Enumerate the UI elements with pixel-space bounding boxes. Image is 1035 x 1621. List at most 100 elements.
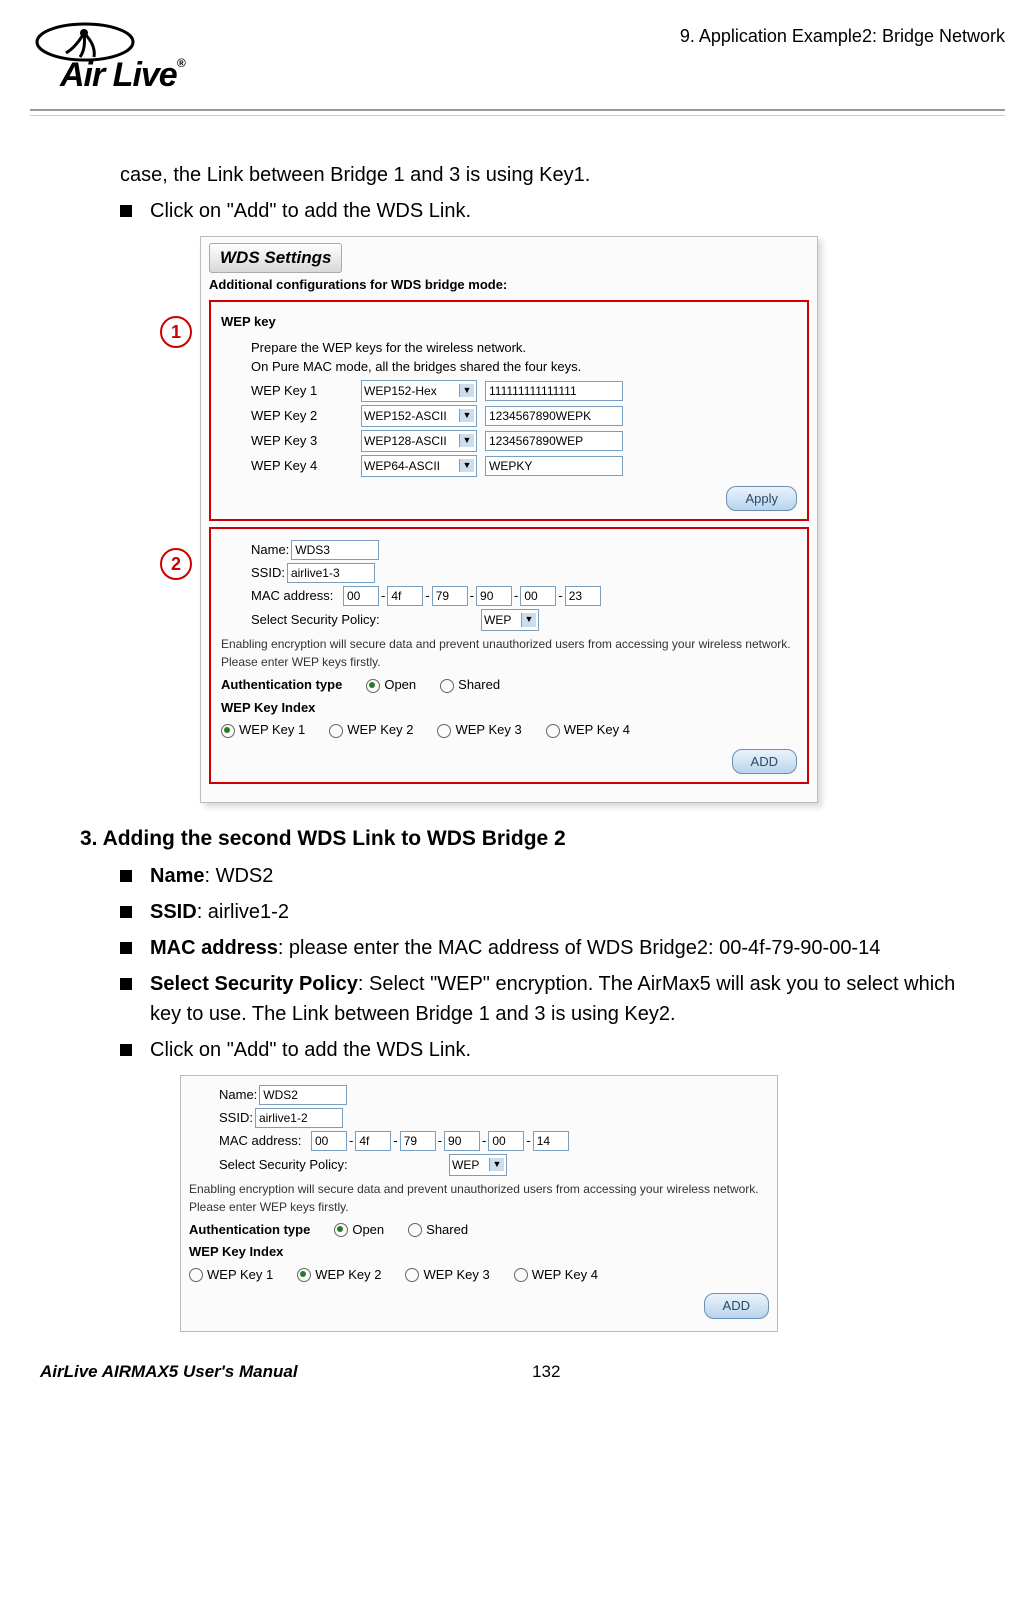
callout-2: 2 xyxy=(160,548,192,580)
keyidx-2-label: WEP Key 2 xyxy=(347,722,413,737)
wepkey2-label: WEP Key 2 xyxy=(251,406,361,426)
security-policy-select[interactable]: WEP▼ xyxy=(481,609,539,631)
footer-page-number: 132 xyxy=(532,1362,560,1382)
mac-input-2[interactable]: 4f xyxy=(387,586,423,606)
bullet-mac: MAC address: please enter the MAC addres… xyxy=(150,933,880,963)
keyidx-3-label: WEP Key 3 xyxy=(455,722,521,737)
name-input[interactable]: WDS3 xyxy=(291,540,379,560)
mac-input-4[interactable]: 90 xyxy=(444,1131,480,1151)
wepkey1-type-select[interactable]: WEP152-Hex▼ xyxy=(361,380,477,402)
wds-settings-panel: WDS Settings Additional configurations f… xyxy=(200,236,818,803)
mac-input-4[interactable]: 90 xyxy=(476,586,512,606)
keyidx-2-radio[interactable] xyxy=(297,1268,311,1282)
callout-1: 1 xyxy=(160,316,192,348)
ssid-input[interactable]: airlive1-2 xyxy=(255,1108,343,1128)
keyidx-1-radio[interactable] xyxy=(189,1268,203,1282)
mac-input-6[interactable]: 23 xyxy=(565,586,601,606)
header-divider xyxy=(30,109,1005,111)
ssid-label: SSID: xyxy=(219,1108,253,1128)
ssid-label: SSID: xyxy=(251,563,285,583)
auth-open-label: Open xyxy=(384,677,416,692)
keyidx-4-radio[interactable] xyxy=(546,724,560,738)
security-policy-label: Select Security Policy: xyxy=(251,610,481,630)
wepkey1-label: WEP Key 1 xyxy=(251,381,361,401)
bullet-click-add-2: Click on "Add" to add the WDS Link. xyxy=(150,1035,471,1065)
mac-input-1[interactable]: 00 xyxy=(311,1131,347,1151)
mac-input-5[interactable]: 00 xyxy=(488,1131,524,1151)
chapter-title: 9. Application Example2: Bridge Network xyxy=(680,26,1005,47)
logo-text: Air Live® xyxy=(60,56,185,95)
wds2-entry-panel: Name: WDS2 SSID: airlive1-2 MAC address:… xyxy=(180,1075,778,1332)
keyidx-3-label: WEP Key 3 xyxy=(423,1267,489,1282)
wep-key-index-label: WEP Key Index xyxy=(221,700,315,715)
keyidx-3-radio[interactable] xyxy=(437,724,451,738)
bullet-icon xyxy=(120,978,132,990)
security-policy-label: Select Security Policy: xyxy=(219,1155,449,1175)
chevron-down-icon: ▼ xyxy=(459,384,474,398)
panel-title: WDS Settings xyxy=(209,243,342,273)
keyidx-3-radio[interactable] xyxy=(405,1268,419,1282)
footer-manual-title: AirLive AIRMAX5 User's Manual xyxy=(40,1362,298,1382)
auth-type-label: Authentication type xyxy=(189,1220,310,1240)
encryption-note: Enabling encryption will secure data and… xyxy=(189,1180,769,1216)
apply-button[interactable]: Apply xyxy=(726,486,797,512)
wep-section-label: WEP key xyxy=(221,312,797,332)
bullet-icon xyxy=(120,1044,132,1056)
mac-input-5[interactable]: 00 xyxy=(520,586,556,606)
ssid-input[interactable]: airlive1-3 xyxy=(287,563,375,583)
bullet-name: Name: WDS2 xyxy=(150,861,273,891)
wepkey3-label: WEP Key 3 xyxy=(251,431,361,451)
auth-shared-radio[interactable] xyxy=(408,1223,422,1237)
wepkey2-value-input[interactable]: 1234567890WEPK xyxy=(485,406,623,426)
auth-type-label: Authentication type xyxy=(221,675,342,695)
auth-shared-label: Shared xyxy=(458,677,500,692)
add-button[interactable]: ADD xyxy=(704,1293,769,1319)
chevron-down-icon: ▼ xyxy=(459,434,474,448)
wepkey4-label: WEP Key 4 xyxy=(251,456,361,476)
wepkey2-type-select[interactable]: WEP152-ASCII▼ xyxy=(361,405,477,427)
mac-input-2[interactable]: 4f xyxy=(355,1131,391,1151)
wepkey3-value-input[interactable]: 1234567890WEP xyxy=(485,431,623,451)
auth-open-label: Open xyxy=(352,1222,384,1237)
wepkey4-value-input[interactable]: WEPKY xyxy=(485,456,623,476)
name-input[interactable]: WDS2 xyxy=(259,1085,347,1105)
wepkey4-type-select[interactable]: WEP64-ASCII▼ xyxy=(361,455,477,477)
security-policy-select[interactable]: WEP▼ xyxy=(449,1154,507,1176)
keyidx-1-label: WEP Key 1 xyxy=(207,1267,273,1282)
add-button[interactable]: ADD xyxy=(732,749,797,775)
keyidx-2-label: WEP Key 2 xyxy=(315,1267,381,1282)
chevron-down-icon: ▼ xyxy=(521,613,536,627)
keyidx-1-label: WEP Key 1 xyxy=(239,722,305,737)
keyidx-2-radio[interactable] xyxy=(329,724,343,738)
panel-subtitle: Additional configurations for WDS bridge… xyxy=(209,275,809,295)
auth-open-radio[interactable] xyxy=(334,1223,348,1237)
mac-input-6[interactable]: 14 xyxy=(533,1131,569,1151)
logo: Air Live® xyxy=(30,20,290,105)
bullet-text: Click on "Add" to add the WDS Link. xyxy=(150,196,471,226)
auth-shared-radio[interactable] xyxy=(440,679,454,693)
bullet-icon xyxy=(120,205,132,217)
header-divider-2 xyxy=(30,115,1005,116)
wep-note-2: On Pure MAC mode, all the bridges shared… xyxy=(251,357,797,377)
keyidx-4-radio[interactable] xyxy=(514,1268,528,1282)
wep-note-1: Prepare the WEP keys for the wireless ne… xyxy=(251,338,797,358)
mac-label: MAC address: xyxy=(219,1131,309,1151)
chevron-down-icon: ▼ xyxy=(459,459,474,473)
wds-entry-box: Name: WDS3 SSID: airlive1-3 MAC address:… xyxy=(209,527,809,784)
wepkey1-value-input[interactable]: 111111111111111 xyxy=(485,381,623,401)
keyidx-1-radio[interactable] xyxy=(221,724,235,738)
wepkey3-type-select[interactable]: WEP128-ASCII▼ xyxy=(361,430,477,452)
encryption-note: Enabling encryption will secure data and… xyxy=(221,635,797,671)
mac-input-3[interactable]: 79 xyxy=(400,1131,436,1151)
mac-label: MAC address: xyxy=(251,586,341,606)
intro-text: case, the Link between Bridge 1 and 3 is… xyxy=(120,160,985,190)
auth-open-radio[interactable] xyxy=(366,679,380,693)
name-label: Name: xyxy=(219,1085,257,1105)
chevron-down-icon: ▼ xyxy=(489,1158,504,1172)
mac-input-1[interactable]: 00 xyxy=(343,586,379,606)
mac-input-3[interactable]: 79 xyxy=(432,586,468,606)
auth-shared-label: Shared xyxy=(426,1222,468,1237)
keyidx-4-label: WEP Key 4 xyxy=(564,722,630,737)
bullet-ssid: SSID: airlive1-2 xyxy=(150,897,289,927)
bullet-security: Select Security Policy: Select "WEP" enc… xyxy=(150,969,985,1029)
